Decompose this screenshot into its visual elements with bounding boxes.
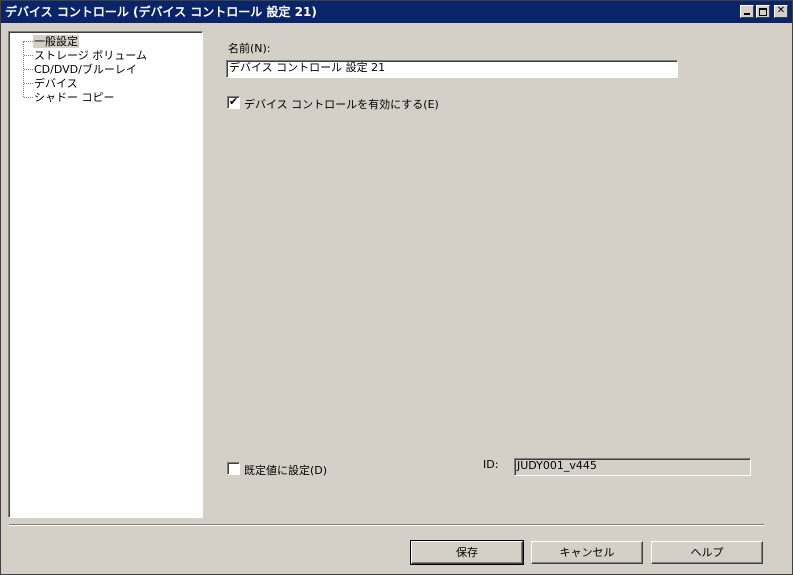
settings-tree: 一般設定 ストレージ ボリューム CD/DVD/ブルーレイ デバイス シャドー …: [8, 31, 203, 518]
default-checkbox-label: 既定値に設定(D): [244, 464, 328, 477]
close-icon[interactable]: ✕: [774, 5, 788, 18]
window-title: デバイス コントロール (デバイス コントロール 設定 21): [5, 5, 317, 19]
minimize-icon[interactable]: [740, 5, 754, 18]
enable-checkbox[interactable]: ✔: [227, 96, 240, 109]
tree-connector: [24, 97, 33, 98]
footer-separator: [9, 524, 764, 526]
tree-connector: [24, 41, 33, 42]
dialog-window: デバイス コントロール (デバイス コントロール 設定 21) ✕ 一般設定 ス…: [0, 0, 793, 575]
cancel-button[interactable]: キャンセル: [531, 541, 643, 564]
default-checkbox[interactable]: [227, 462, 240, 475]
tree-connector: [24, 55, 33, 56]
tree-connector: [24, 83, 33, 84]
name-label: 名前(N):: [228, 42, 271, 55]
tree-connector: [24, 69, 33, 70]
tree-item-shadow-copy[interactable]: シャドー コピー: [33, 91, 116, 104]
help-button[interactable]: ヘルプ: [651, 541, 763, 564]
title-bar[interactable]: デバイス コントロール (デバイス コントロール 設定 21) ✕: [1, 1, 792, 23]
tree-item-device[interactable]: デバイス: [33, 77, 79, 90]
id-field: JUDY001_v445: [514, 458, 751, 476]
enable-checkbox-label: デバイス コントロールを有効にする(E): [244, 98, 439, 111]
tree-item-storage-volume[interactable]: ストレージ ボリューム: [33, 49, 148, 62]
tree-item-general[interactable]: 一般設定: [33, 35, 79, 48]
name-field[interactable]: デバイス コントロール 設定 21: [226, 60, 678, 78]
tree-item-cd-dvd-bluray[interactable]: CD/DVD/ブルーレイ: [33, 63, 138, 76]
window-controls: ✕: [740, 5, 788, 18]
save-button[interactable]: 保存: [410, 540, 524, 565]
maximize-icon[interactable]: [756, 5, 770, 18]
id-label: ID:: [483, 458, 499, 471]
